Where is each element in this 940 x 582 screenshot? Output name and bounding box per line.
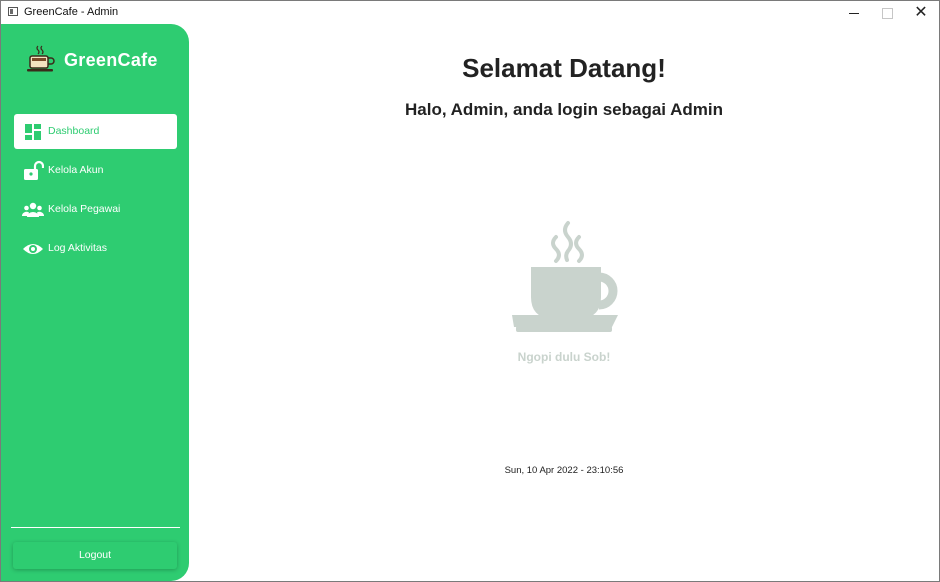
- minimize-button[interactable]: [837, 1, 871, 24]
- coffee-cup-icon: [512, 221, 618, 332]
- sidebar-item-label: Kelola Pegawai: [48, 203, 121, 215]
- maximize-button[interactable]: [870, 1, 904, 24]
- welcome-subtitle: Halo, Admin, anda login sebagai Admin: [405, 100, 723, 119]
- app-window-icon: [8, 7, 18, 16]
- users-icon: [22, 202, 44, 217]
- dashboard-icon: [25, 124, 41, 140]
- coffee-cup-icon: [27, 45, 55, 72]
- page-title: Selamat Datang!: [462, 53, 666, 83]
- sidebar-divider: [11, 527, 180, 528]
- close-icon: ✕: [914, 4, 928, 21]
- unlock-icon: [24, 160, 44, 180]
- maximize-icon: [881, 8, 893, 20]
- sidebar-item-log-aktivitas[interactable]: Log Aktivitas: [14, 231, 177, 266]
- sidebar-item-kelola-pegawai[interactable]: Kelola Pegawai: [14, 192, 177, 227]
- window-title: GreenCafe - Admin: [24, 6, 119, 18]
- sidebar-item-label: Dashboard: [48, 125, 100, 137]
- current-datetime: Sun, 10 Apr 2022 - 23:10:56: [504, 465, 624, 476]
- sidebar: GreenCafe Dashboard Kelola Akun Kelola P…: [1, 24, 189, 581]
- sidebar-item-label: Kelola Akun: [48, 164, 104, 176]
- eye-icon: [23, 244, 43, 254]
- minimize-icon: [849, 13, 859, 15]
- logout-button[interactable]: Logout: [13, 542, 177, 569]
- sidebar-item-dashboard[interactable]: Dashboard: [14, 114, 177, 149]
- brand-name: GreenCafe: [64, 50, 158, 70]
- app-window: GreenCafe - Admin ✕ GreenCafe Dashboard …: [0, 0, 940, 582]
- sidebar-item-kelola-akun[interactable]: Kelola Akun: [14, 153, 177, 188]
- close-button[interactable]: ✕: [904, 1, 938, 24]
- sidebar-item-label: Log Aktivitas: [48, 242, 107, 254]
- coffee-tagline: Ngopi dulu Sob!: [517, 350, 611, 364]
- title-bar[interactable]: GreenCafe - Admin ✕: [1, 1, 939, 24]
